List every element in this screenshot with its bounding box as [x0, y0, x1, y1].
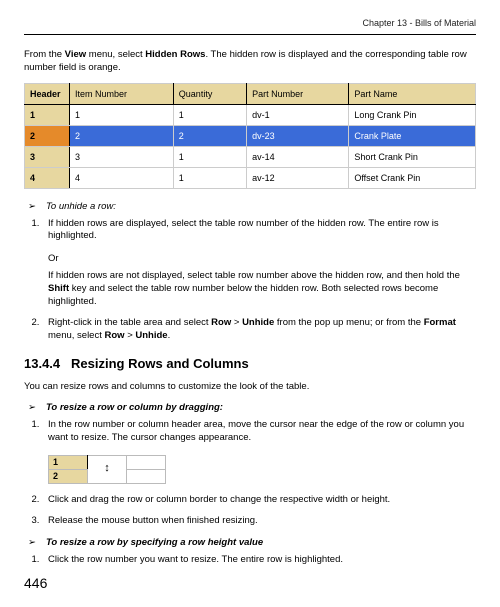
list-item: If hidden rows are displayed, select the…: [42, 218, 476, 244]
arrow-icon: ➢: [28, 402, 36, 413]
mini-cell: [127, 455, 166, 469]
unhide-steps: If hidden rows are displayed, select the…: [24, 218, 476, 244]
chapter-header: Chapter 13 - Bills of Material: [24, 18, 476, 32]
unhide-row-heading: ➢ To unhide a row:: [28, 201, 476, 212]
header-rule: [24, 34, 476, 35]
list-item: In the row number or column header area,…: [42, 419, 476, 445]
resize-value-steps: Click the row number you want to resize.…: [24, 554, 476, 567]
text: key and select the table row number belo…: [48, 283, 438, 307]
section-heading: 13.4.4 Resizing Rows and Columns: [24, 356, 476, 371]
menu-view: View: [65, 49, 86, 60]
text: .: [168, 330, 171, 341]
col-part-name: Part Name: [349, 83, 476, 104]
shift-key: Shift: [48, 283, 69, 294]
text: Right-click in the table area and select: [48, 317, 211, 328]
cell-pn: dv-23: [247, 125, 349, 146]
cell-qty: 2: [173, 125, 246, 146]
col-quantity: Quantity: [173, 83, 246, 104]
mini-cell: [127, 469, 166, 483]
row-number-cell: 1: [25, 104, 70, 125]
cell-pn: av-12: [247, 167, 349, 188]
list-item: Release the mouse button when finished r…: [42, 515, 476, 528]
cell-item: 4: [70, 167, 174, 188]
text: menu, select: [48, 330, 105, 341]
section-number: 13.4.4: [24, 356, 60, 371]
cell-pn: dv-1: [247, 104, 349, 125]
table-row: 1 1 1 dv-1 Long Crank Pin: [25, 104, 476, 125]
unhide-or-paragraph: If hidden rows are not displayed, select…: [48, 270, 476, 308]
col-item-number: Item Number: [70, 83, 174, 104]
mini-row: 1 ↕: [49, 455, 166, 469]
col-part-number: Part Number: [247, 83, 349, 104]
text: If hidden rows are not displayed, select…: [48, 270, 460, 281]
resize-cursor-figure: 1 ↕ 2: [48, 455, 166, 484]
list-item: Click and drag the row or column border …: [42, 494, 476, 507]
resize-value-heading: ➢ To resize a row by specifying a row he…: [28, 537, 476, 548]
text: >: [231, 317, 242, 328]
text: If hidden rows are displayed, select the…: [48, 218, 439, 242]
cell-item: 3: [70, 146, 174, 167]
mini-row-number: 1: [49, 455, 88, 469]
text: From the: [24, 49, 65, 60]
intro-paragraph: From the View menu, select Hidden Rows. …: [24, 49, 476, 75]
heading-text: To resize a row by specifying a row heig…: [46, 537, 263, 548]
list-item: Click the row number you want to resize.…: [42, 554, 476, 567]
cell-name: Crank Plate: [349, 125, 476, 146]
text: menu, select: [86, 49, 145, 60]
table-row: 3 3 1 av-14 Short Crank Pin: [25, 146, 476, 167]
section-title: Resizing Rows and Columns: [71, 356, 249, 371]
menu-format: Format: [424, 317, 456, 328]
text: from the pop up menu; or from the: [274, 317, 423, 328]
table-row-selected: 2 2 2 dv-23 Crank Plate: [25, 125, 476, 146]
mini-row-number: 2: [49, 469, 88, 483]
arrow-icon: ➢: [28, 537, 36, 548]
or-text: Or: [48, 253, 476, 264]
resize-drag-heading: ➢ To resize a row or column by dragging:: [28, 402, 476, 413]
menu-unhide: Unhide: [242, 317, 274, 328]
bom-table: Header Item Number Quantity Part Number …: [24, 83, 476, 189]
heading-text: To resize a row or column by dragging:: [46, 402, 223, 413]
menu-hidden-rows: Hidden Rows: [145, 49, 205, 60]
resize-intro: You can resize rows and columns to custo…: [24, 381, 476, 394]
page-number: 446: [24, 575, 47, 591]
cell-pn: av-14: [247, 146, 349, 167]
row-number-cell: 2: [25, 125, 70, 146]
cell-name: Long Crank Pin: [349, 104, 476, 125]
cell-item: 2: [70, 125, 174, 146]
table-header-row: Header Item Number Quantity Part Number …: [25, 83, 476, 104]
menu-row: Row: [105, 330, 125, 341]
mini-cell: ↕: [88, 455, 127, 483]
cell-name: Short Crank Pin: [349, 146, 476, 167]
cell-qty: 1: [173, 146, 246, 167]
list-item: Right-click in the table area and select…: [42, 317, 476, 343]
unhide-steps-cont: Right-click in the table area and select…: [24, 317, 476, 343]
cell-item: 1: [70, 104, 174, 125]
cell-name: Offset Crank Pin: [349, 167, 476, 188]
heading-text: To unhide a row:: [46, 201, 116, 212]
menu-row: Row: [211, 317, 231, 328]
row-number-cell: 4: [25, 167, 70, 188]
arrow-icon: ➢: [28, 201, 36, 212]
text: >: [125, 330, 136, 341]
document-page: Chapter 13 - Bills of Material From the …: [0, 0, 500, 607]
menu-unhide: Unhide: [135, 330, 167, 341]
table-row: 4 4 1 av-12 Offset Crank Pin: [25, 167, 476, 188]
col-header: Header: [25, 83, 70, 104]
cell-qty: 1: [173, 167, 246, 188]
resize-drag-steps: In the row number or column header area,…: [24, 419, 476, 445]
resize-drag-steps-cont: Click and drag the row or column border …: [24, 494, 476, 528]
row-number-cell: 3: [25, 146, 70, 167]
cell-qty: 1: [173, 104, 246, 125]
